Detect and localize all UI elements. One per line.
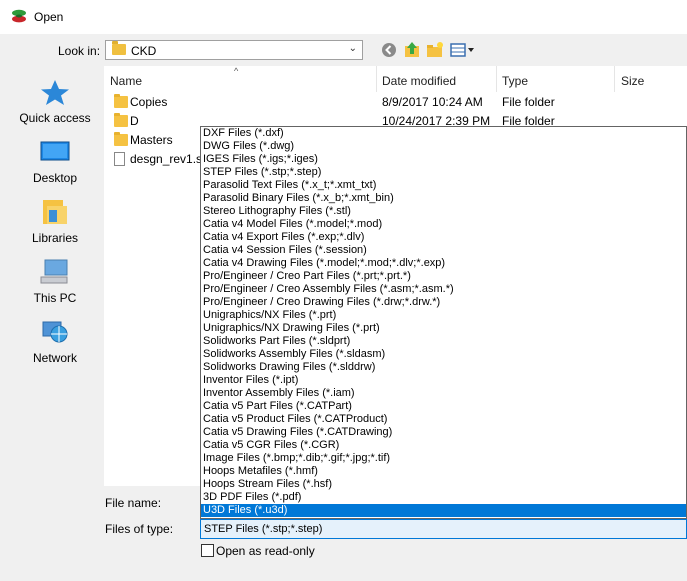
place-label: This PC (33, 291, 77, 305)
folder-icon (114, 113, 128, 127)
chevron-down-icon: ⌄ (348, 43, 357, 54)
readonly-label: Open as read-only (216, 544, 315, 558)
filetype-option[interactable]: STEP Files (*.stp;*.step) (201, 166, 686, 179)
network-icon (42, 321, 68, 343)
filetype-option[interactable]: Hoops Stream Files (*.hsf) (201, 478, 686, 491)
filetype-option[interactable]: Solidworks Drawing Files (*.slddrw) (201, 361, 686, 374)
file-name: Masters (130, 133, 173, 147)
file-type: File folder (502, 95, 555, 109)
file-date: 8/9/2017 10:24 AM (382, 95, 483, 109)
view-menu-button[interactable] (448, 40, 476, 60)
new-folder-button[interactable] (424, 40, 446, 60)
filetype-option[interactable]: Parasolid Text Files (*.x_t;*.xmt_txt) (201, 179, 686, 192)
folder-icon (114, 132, 128, 146)
lookin-label: Look in: (58, 44, 101, 58)
file-name: desgn_rev1.st (130, 152, 206, 166)
app-logo-icon (12, 9, 26, 23)
filetype-option[interactable]: Inventor Assembly Files (*.iam) (201, 387, 686, 400)
folder-icon (112, 41, 126, 55)
document-icon (114, 152, 125, 166)
column-divider[interactable] (614, 66, 615, 92)
file-name: Copies (130, 95, 168, 109)
filetype-dropdown-list[interactable]: DXF Files (*.dxf) DWG Files (*.dwg) IGES F… (200, 126, 687, 519)
lookin-combo[interactable]: CKD ⌄ (105, 40, 363, 60)
file-name: D (130, 114, 139, 128)
filetype-option[interactable]: Catia v4 Export Files (*.exp;*.dlv) (201, 231, 686, 244)
sort-ascending-icon: ^ (234, 66, 239, 76)
place-label: Libraries (31, 231, 79, 245)
filetype-option[interactable]: Solidworks Part Files (*.sldprt) (201, 335, 686, 348)
place-label: Network (32, 351, 77, 365)
filetype-label: Files of type: (105, 522, 174, 536)
file-row-copies[interactable]: Copies 8/9/2017 10:24 AM File folder (104, 93, 687, 112)
column-divider[interactable] (376, 66, 377, 92)
filetype-option[interactable]: Catia v5 Product Files (*.CATProduct) (201, 413, 686, 426)
back-button[interactable] (378, 40, 400, 60)
filetype-option[interactable]: Stereo Lithography Files (*.stl) (201, 205, 686, 218)
column-size-header[interactable]: Size (621, 74, 644, 88)
column-date-header[interactable]: Date modified (382, 74, 456, 88)
place-libraries[interactable]: Libraries (8, 188, 102, 246)
column-name-header[interactable]: Name (110, 74, 142, 88)
column-divider[interactable] (496, 66, 497, 92)
filetype-option[interactable]: Parasolid Binary Files (*.x_b;*.xmt_bin) (201, 192, 686, 205)
place-label: Quick access (19, 111, 91, 125)
filetype-option[interactable]: IGES Files (*.igs;*.iges) (201, 153, 686, 166)
filetype-option[interactable]: Catia v5 Drawing Files (*.CATDrawing) (201, 426, 686, 439)
filetype-option[interactable]: Catia v4 Session Files (*.session) (201, 244, 686, 257)
filetype-option[interactable]: Catia v4 Model Files (*.model;*.mod) (201, 218, 686, 231)
star-icon (41, 80, 69, 105)
place-quick-access[interactable]: Quick access (8, 68, 102, 126)
window-title: Open (34, 10, 64, 24)
filetype-option[interactable]: Pro/Engineer / Creo Part Files (*.prt;*.… (201, 270, 686, 283)
filetype-option[interactable]: DWG Files (*.dwg) (201, 140, 686, 153)
filetype-option[interactable]: Pro/Engineer / Creo Drawing Files (*.drw… (201, 296, 686, 309)
libraries-icon (43, 200, 67, 224)
places-bar: Quick access Desktop Libraries This PC N… (8, 66, 102, 486)
title-bar: Open (0, 0, 687, 34)
filetype-option[interactable]: 3D PDF Files (*.pdf) (201, 491, 686, 504)
lookin-value: CKD (131, 44, 157, 58)
desktop-icon (40, 141, 70, 161)
filetype-option[interactable]: Hoops Metafiles (*.hmf) (201, 465, 686, 478)
up-folder-button[interactable] (401, 40, 423, 60)
filetype-option[interactable]: Solidworks Assembly Files (*.sldasm) (201, 348, 686, 361)
filetype-value: STEP Files (*.stp;*.step) (204, 523, 323, 535)
filetype-option[interactable]: Catia v5 CGR Files (*.CGR) (201, 439, 686, 452)
folder-icon (114, 94, 128, 108)
filetype-option[interactable]: Unigraphics/NX Drawing Files (*.prt) (201, 322, 686, 335)
filetype-option[interactable]: Inventor Files (*.ipt) (201, 374, 686, 387)
place-network[interactable]: Network (8, 308, 102, 366)
readonly-checkbox[interactable] (201, 544, 214, 557)
place-label: Desktop (32, 171, 78, 185)
computer-icon (40, 259, 68, 284)
filetype-option[interactable]: Catia v5 Part Files (*.CATPart) (201, 400, 686, 413)
column-type-header[interactable]: Type (502, 74, 528, 88)
place-this-pc[interactable]: This PC (8, 248, 102, 306)
filetype-option[interactable]: Catia v4 Drawing Files (*.model;*.mod;*.… (201, 257, 686, 270)
filename-label: File name: (105, 496, 162, 510)
filetype-option[interactable]: Unigraphics/NX Files (*.prt) (201, 309, 686, 322)
filetype-option[interactable]: Pro/Engineer / Creo Assembly Files (*.as… (201, 283, 686, 296)
place-desktop[interactable]: Desktop (8, 128, 102, 186)
filetype-option[interactable]: U3D Files (*.u3d) (201, 504, 686, 517)
filetype-combo[interactable]: STEP Files (*.stp;*.step) (200, 519, 687, 539)
filetype-option[interactable]: DXF Files (*.dxf) (201, 127, 686, 140)
filetype-option[interactable]: Image Files (*.bmp;*.dib;*.gif;*.jpg;*.t… (201, 452, 686, 465)
